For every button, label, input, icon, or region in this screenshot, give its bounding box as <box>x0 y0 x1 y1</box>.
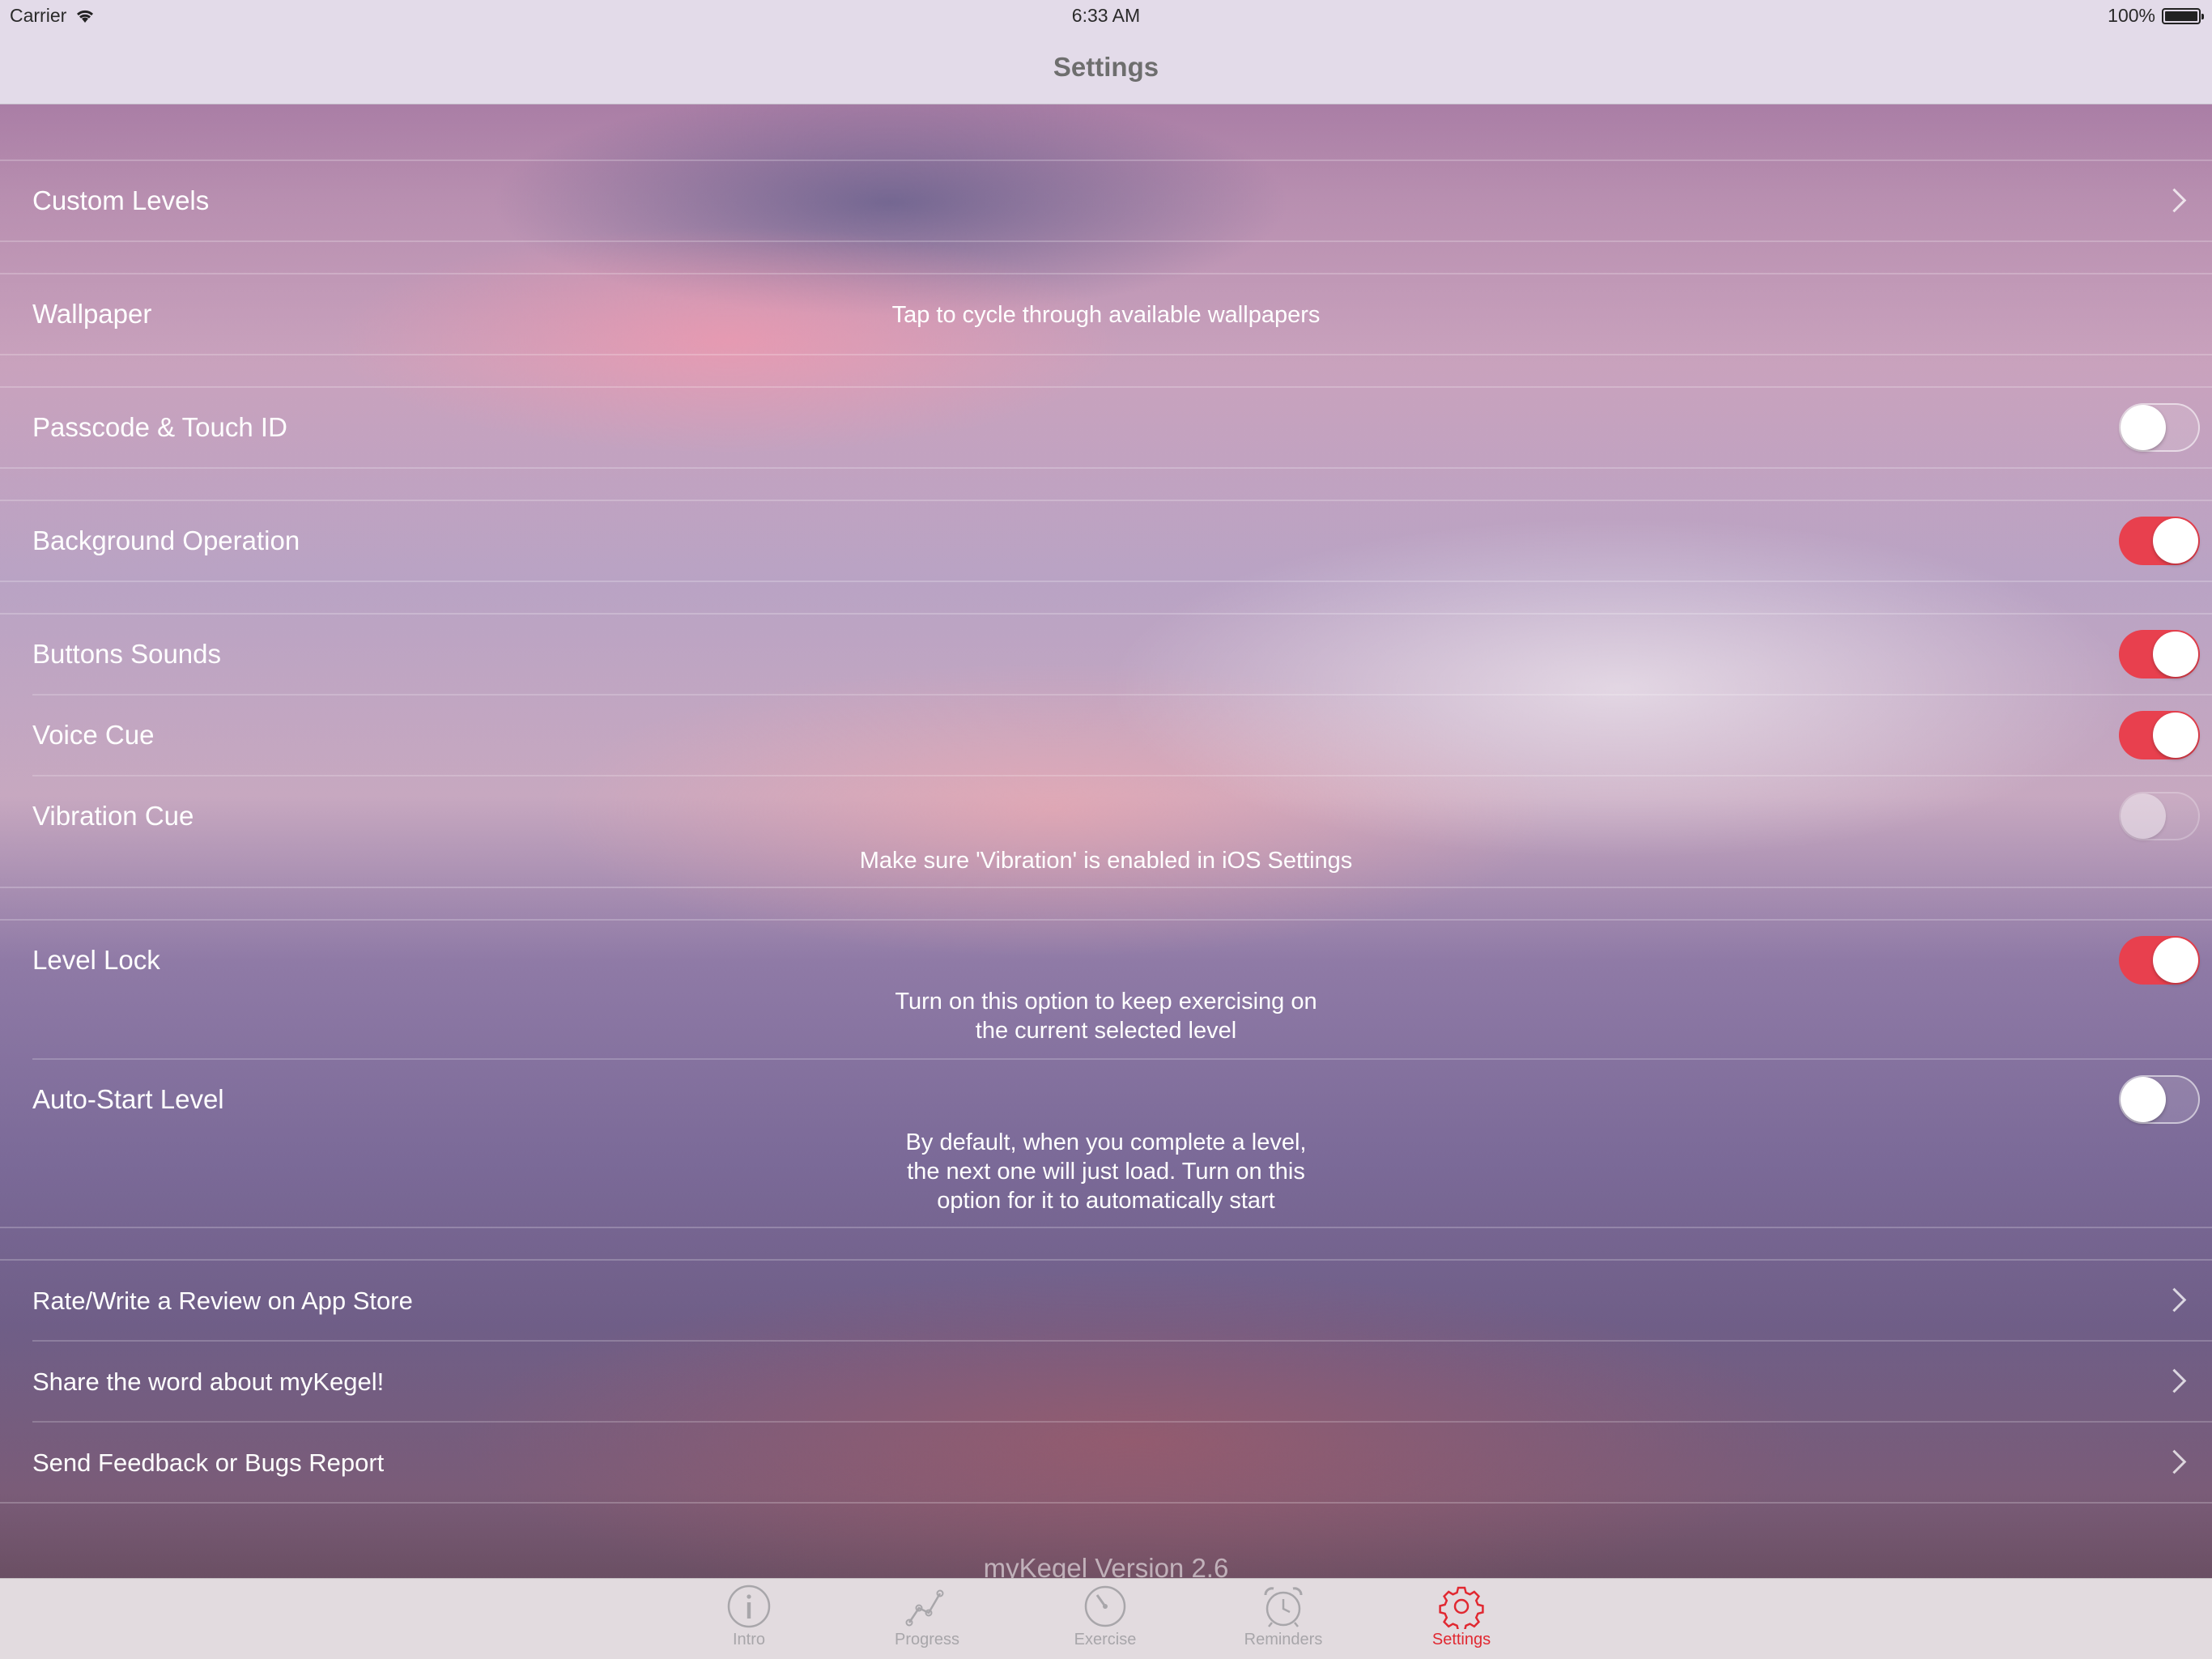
buttons-sounds-toggle[interactable] <box>2119 630 2200 678</box>
chevron-right-icon <box>2162 1368 2187 1393</box>
divider <box>0 240 2212 242</box>
tab-settings-label: Settings <box>1431 1631 1491 1648</box>
background-operation-label: Background Operation <box>32 525 300 555</box>
battery-icon <box>2162 7 2204 24</box>
tab-intro-label: Intro <box>732 1631 766 1648</box>
level-lock-label: Level Lock <box>32 945 160 975</box>
battery-percent: 100% <box>2108 5 2155 26</box>
tab-settings[interactable]: Settings <box>1380 1579 1542 1659</box>
tab-intro[interactable]: Intro <box>668 1579 830 1659</box>
level-lock-row: Level Lock Turn on this option to keep e… <box>0 921 2212 1058</box>
custom-levels-label: Custom Levels <box>32 185 210 215</box>
divider <box>0 1502 2212 1504</box>
info-icon <box>727 1585 771 1628</box>
status-bar: Carrier 6:33 AM 100% <box>0 0 2212 32</box>
vibration-cue-label: Vibration Cue <box>32 801 194 831</box>
auto-start-row: Auto-Start Level By default, when you co… <box>0 1060 2212 1227</box>
level-lock-toggle[interactable] <box>2119 936 2200 985</box>
tab-reminders-label: Reminders <box>1244 1631 1323 1648</box>
vibration-hint: Make sure 'Vibration' is enabled in iOS … <box>859 848 1353 874</box>
voice-cue-label: Voice Cue <box>32 720 155 750</box>
passcode-label: Passcode & Touch ID <box>32 412 287 442</box>
battery-status: 100% <box>2108 5 2204 27</box>
background-operation-toggle[interactable] <box>2119 517 2200 565</box>
navigation-bar: Settings <box>0 32 2212 104</box>
progress-chart-icon <box>905 1589 944 1627</box>
chevron-right-icon <box>2162 1287 2187 1312</box>
divider <box>0 467 2212 469</box>
passcode-row: Passcode & Touch ID <box>0 388 2212 467</box>
clock: 6:33 AM <box>1071 5 1141 26</box>
chevron-right-icon <box>2162 188 2187 213</box>
auto-start-hint-line1: By default, when you complete a level, <box>905 1129 1307 1155</box>
tab-exercise[interactable]: Exercise <box>1024 1579 1186 1659</box>
timer-dial-icon <box>1084 1585 1126 1627</box>
share-row[interactable]: Share the word about myKegel! <box>0 1342 2212 1421</box>
wallpaper-hint: Tap to cycle through available wallpaper… <box>891 302 1321 328</box>
custom-levels-row[interactable]: Custom Levels <box>0 161 2212 240</box>
auto-start-toggle[interactable] <box>2119 1075 2200 1124</box>
voice-cue-toggle[interactable] <box>2119 711 2200 759</box>
vibration-cue-toggle[interactable] <box>2119 792 2200 840</box>
wallpaper-row[interactable]: Wallpaper Tap to cycle through available… <box>0 274 2212 354</box>
tab-progress[interactable]: Progress <box>846 1579 1008 1659</box>
divider <box>0 354 2212 355</box>
page-title: Settings <box>1053 52 1159 82</box>
tab-bar: Intro Progress Exercise Reminders Settin… <box>0 1578 2212 1659</box>
level-lock-hint-line1: Turn on this option to keep exercising o… <box>895 989 1317 1015</box>
voice-cue-row: Voice Cue <box>0 696 2212 775</box>
chevron-right-icon <box>2162 1449 2187 1474</box>
tab-progress-label: Progress <box>894 1631 960 1648</box>
auto-start-label: Auto-Start Level <box>32 1084 224 1114</box>
divider <box>0 887 2212 888</box>
divider <box>0 581 2212 582</box>
tab-reminders[interactable]: Reminders <box>1202 1579 1364 1659</box>
alarm-clock-icon <box>1264 1587 1303 1627</box>
level-lock-hint-line2: the current selected level <box>975 1018 1237 1044</box>
feedback-label: Send Feedback or Bugs Report <box>32 1448 385 1477</box>
background-operation-row: Background Operation <box>0 501 2212 581</box>
rate-review-label: Rate/Write a Review on App Store <box>32 1287 413 1315</box>
rate-review-row[interactable]: Rate/Write a Review on App Store <box>0 1261 2212 1340</box>
passcode-toggle[interactable] <box>2119 403 2200 452</box>
gear-icon <box>1439 1586 1484 1629</box>
feedback-row[interactable]: Send Feedback or Bugs Report <box>0 1423 2212 1502</box>
auto-start-hint-line2: the next one will just load. Turn on thi… <box>907 1159 1305 1185</box>
auto-start-hint-line3: option for it to automatically start <box>937 1188 1275 1214</box>
buttons-sounds-row: Buttons Sounds <box>0 615 2212 694</box>
buttons-sounds-label: Buttons Sounds <box>32 639 221 669</box>
divider <box>0 1227 2212 1228</box>
vibration-cue-row: Vibration Cue Make sure 'Vibration' is e… <box>0 776 2212 887</box>
share-label: Share the word about myKegel! <box>32 1368 385 1396</box>
tab-exercise-label: Exercise <box>1074 1631 1137 1648</box>
